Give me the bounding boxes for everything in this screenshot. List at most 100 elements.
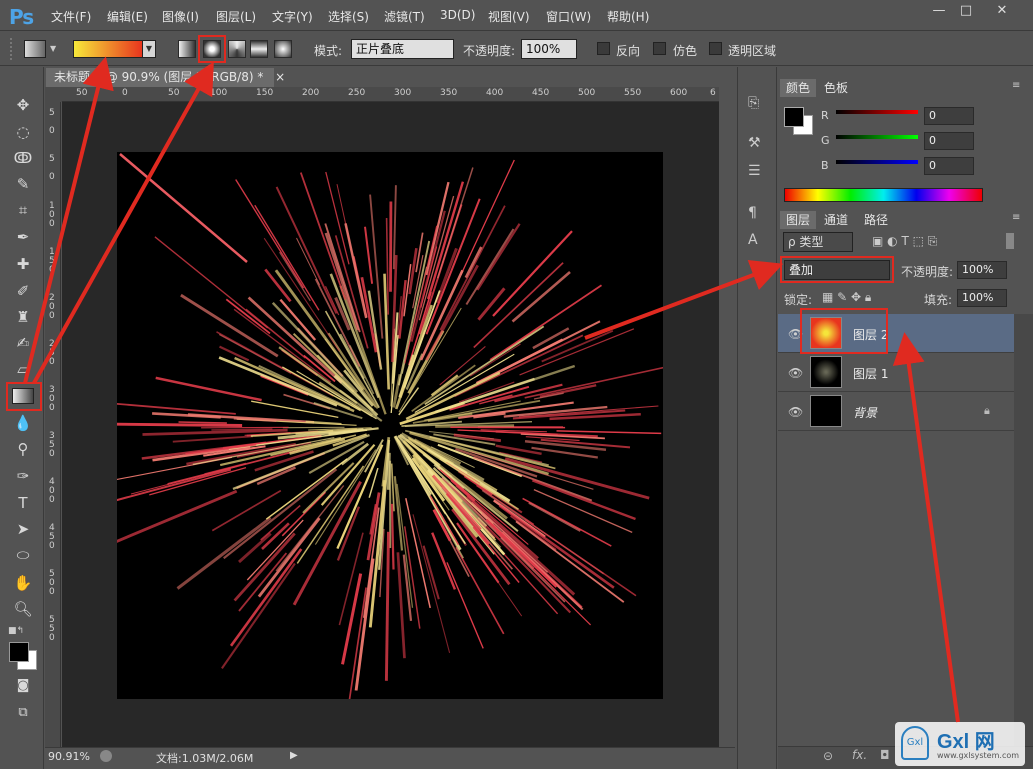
screen-mode-icon[interactable]: ⧉ (10, 701, 36, 725)
eyedropper-tool-icon[interactable]: ✒ (10, 225, 36, 249)
layers-scrollbar[interactable] (1014, 314, 1033, 746)
panel-menu-icon[interactable]: ≡ (1012, 80, 1020, 91)
menu-filter[interactable]: 滤镜(T) (384, 8, 425, 25)
zoom-level[interactable]: 90.91% (48, 750, 90, 763)
shape-tool-icon[interactable]: ⬭ (10, 543, 36, 567)
type-tool-icon[interactable]: T (10, 491, 36, 515)
menu-edit[interactable]: 编辑(E) (107, 8, 148, 25)
close-window-button[interactable]: ✕ (988, 2, 1016, 22)
horizontal-ruler[interactable]: 50 0 50 100 150 200 250 300 350 400 450 … (62, 87, 719, 102)
vertical-ruler[interactable]: 5 0 5 0 1 0 0 1 5 0 2 0 0 2 5 0 3 0 0 3 … (45, 102, 61, 747)
b-slider[interactable] (836, 160, 918, 164)
reflected-gradient-button[interactable] (250, 40, 268, 58)
menu-window[interactable]: 窗口(W) (546, 8, 591, 25)
fx-icon[interactable]: fx. (852, 748, 867, 762)
firework-streak (504, 457, 650, 500)
layer-name[interactable]: 图层 1 (853, 365, 888, 382)
color-fg-swatch[interactable] (784, 107, 804, 127)
layer-row-1[interactable]: 👁︎ 图层 1 (778, 353, 1014, 392)
tool-presets-icon[interactable]: ⚒ (748, 135, 761, 151)
pen-tool-icon[interactable]: ✑ (10, 464, 36, 488)
gradient-tool-icon[interactable] (12, 388, 34, 404)
status-icon[interactable] (100, 750, 112, 762)
g-value-input[interactable]: 0 (924, 132, 974, 150)
lasso-tool-icon[interactable]: ↂ (10, 146, 36, 170)
transparency-checkbox[interactable] (709, 42, 722, 55)
menu-3d[interactable]: 3D(D) (440, 8, 475, 22)
history-panel-icon[interactable]: ⎘ (748, 95, 759, 111)
blur-tool-icon[interactable]: 💧 (10, 411, 36, 435)
tool-preset-picker[interactable] (24, 40, 46, 58)
diamond-gradient-button[interactable] (274, 40, 292, 58)
move-tool-icon[interactable]: ✥ (10, 93, 36, 117)
layer-name[interactable]: 背景 (853, 404, 877, 421)
gradient-swatch[interactable] (73, 40, 143, 58)
history-brush-tool-icon[interactable]: ✍ (10, 331, 36, 355)
fill-input[interactable]: 100% (957, 289, 1007, 307)
lock-icons[interactable]: ▦ ✎ ✥ 🔒︎ (822, 290, 871, 305)
maximize-button[interactable]: □ (952, 2, 980, 22)
character-icon[interactable]: A (748, 232, 758, 248)
marquee-tool-icon[interactable]: ◌ (10, 120, 36, 144)
hand-tool-icon[interactable]: ✋ (10, 571, 36, 595)
tab-layers[interactable]: 图层 (780, 211, 817, 229)
visibility-eye-icon[interactable]: 👁︎ (788, 405, 803, 419)
layer-opacity-input[interactable]: 100% (957, 261, 1007, 279)
menu-view[interactable]: 视图(V) (488, 8, 530, 25)
chevron-down-icon[interactable]: ▼ (50, 44, 56, 53)
ruler-label: 300 (394, 88, 412, 98)
healing-brush-tool-icon[interactable]: ✚ (10, 252, 36, 276)
opacity-input[interactable]: 100% (521, 39, 577, 59)
reverse-checkbox[interactable] (597, 42, 610, 55)
dither-checkbox[interactable] (653, 42, 666, 55)
r-value-input[interactable]: 0 (924, 107, 974, 125)
minimize-button[interactable]: — (925, 2, 953, 22)
stamp-tool-icon[interactable]: ♜ (10, 305, 36, 329)
linear-gradient-button[interactable] (178, 40, 196, 58)
adjustments-icon[interactable]: ☰ (748, 163, 761, 179)
menu-type[interactable]: 文字(Y) (272, 8, 313, 25)
quick-select-tool-icon[interactable]: ✎ (10, 172, 36, 196)
tab-color[interactable]: 颜色 (780, 79, 817, 97)
visibility-eye-icon[interactable]: 👁︎ (788, 366, 803, 380)
gradient-dropdown-icon[interactable]: ▼ (142, 40, 156, 58)
tab-channels[interactable]: 通道 (818, 211, 854, 229)
crop-tool-icon[interactable]: ⌗ (10, 198, 36, 222)
b-value-input[interactable]: 0 (924, 157, 974, 175)
zoom-tool-icon[interactable]: 🔍︎ (10, 597, 36, 621)
default-colors-icon[interactable]: ■↰ (8, 626, 24, 636)
foreground-color-swatch[interactable] (9, 642, 29, 662)
tab-swatches[interactable]: 色板 (818, 79, 854, 97)
layer-filter-icons[interactable]: ▣ ◐ T ⬚ ⎘ (872, 234, 937, 249)
path-select-tool-icon[interactable]: ➤ (10, 517, 36, 541)
menu-select[interactable]: 选择(S) (328, 8, 369, 25)
document-tab[interactable]: 未标题-1 @ 90.9% (图层 2, RGB/8) * × (46, 68, 285, 87)
menu-image[interactable]: 图像(I) (162, 8, 199, 25)
eraser-tool-icon[interactable]: ▱ (10, 357, 36, 381)
menu-file[interactable]: 文件(F) (51, 8, 91, 25)
g-slider[interactable] (836, 135, 918, 139)
tab-paths[interactable]: 路径 (858, 211, 894, 229)
layers-panel-menu-icon[interactable]: ≡ (1012, 212, 1020, 223)
layer-row-background[interactable]: 👁︎ 背景 🔒︎ (778, 392, 1014, 431)
paragraph-icon[interactable]: ¶ (748, 205, 757, 221)
document-canvas[interactable] (90, 152, 664, 706)
quick-mask-icon[interactable]: ◙ (10, 674, 36, 698)
menu-help[interactable]: 帮助(H) (607, 8, 649, 25)
blend-mode-select[interactable]: 叠加 (784, 260, 890, 280)
link-icon[interactable]: ⊝ (823, 749, 833, 763)
close-tab-icon[interactable]: × (275, 70, 285, 84)
mask-icon[interactable]: ◘ (880, 748, 890, 762)
angle-gradient-button[interactable] (228, 40, 246, 58)
filter-toggle[interactable] (1006, 233, 1014, 249)
color-spectrum-ramp[interactable] (784, 188, 983, 202)
ruler-corner[interactable] (45, 87, 62, 102)
mode-select[interactable]: 正片叠底 (351, 39, 454, 59)
r-slider[interactable] (836, 110, 918, 114)
layer-filter-select[interactable]: ρ 类型 (783, 232, 853, 252)
brush-tool-icon[interactable]: ✐ (10, 279, 36, 303)
dodge-tool-icon[interactable]: ⚲ (10, 437, 36, 461)
menu-layer[interactable]: 图层(L) (216, 8, 256, 25)
status-menu-arrow-icon[interactable]: ▶ (290, 750, 298, 761)
radial-gradient-button[interactable] (203, 40, 221, 58)
